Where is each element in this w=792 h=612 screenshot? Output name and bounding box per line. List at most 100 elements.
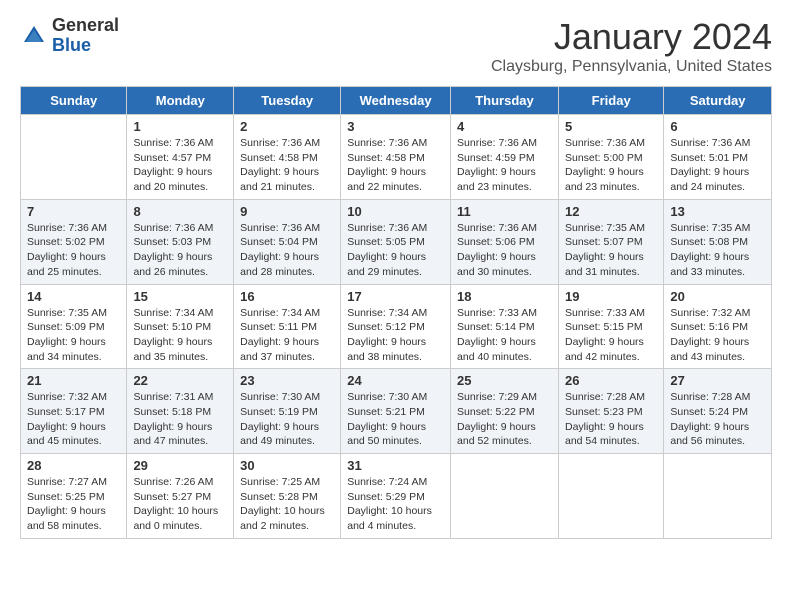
calendar-cell: 10 Sunrise: 7:36 AMSunset: 5:05 PMDayligh…	[341, 199, 451, 284]
calendar-cell: 16 Sunrise: 7:34 AMSunset: 5:11 PMDayligh…	[234, 284, 341, 369]
day-info: Sunrise: 7:28 AMSunset: 5:24 PMDaylight:…	[670, 390, 765, 449]
calendar-cell: 25Sunrise: 7:29 AMSunset: 5:22 PMDayligh…	[451, 369, 559, 454]
day-number: 1	[133, 119, 227, 134]
day-number: 2	[240, 119, 334, 134]
day-number: 8	[133, 204, 227, 219]
day-number: 28	[27, 458, 120, 473]
day-number: 7	[27, 204, 120, 219]
calendar-cell: 1 Sunrise: 7:36 AMSunset: 4:57 PMDaylight…	[127, 115, 234, 200]
title-area: January 2024 Claysburg, Pennsylvania, Un…	[491, 16, 772, 76]
calendar-cell: 15 Sunrise: 7:34 AMSunset: 5:10 PMDayligh…	[127, 284, 234, 369]
calendar-cell: 11 Sunrise: 7:36 AMSunset: 5:06 PMDayligh…	[451, 199, 559, 284]
day-number: 16	[240, 289, 334, 304]
day-info: Sunrise: 7:27 AMSunset: 5:25 PMDaylight:…	[27, 475, 120, 534]
calendar-cell: 23Sunrise: 7:30 AMSunset: 5:19 PMDayligh…	[234, 369, 341, 454]
day-info: Sunrise: 7:36 AMSunset: 4:57 PMDaylight:…	[133, 136, 227, 195]
day-header-wednesday: Wednesday	[341, 87, 451, 115]
week-row-1: 1 Sunrise: 7:36 AMSunset: 4:57 PMDaylight…	[21, 115, 772, 200]
day-number: 22	[133, 373, 227, 388]
calendar-cell: 9Sunrise: 7:36 AMSunset: 5:04 PMDaylight…	[234, 199, 341, 284]
calendar-cell	[664, 454, 772, 539]
calendar-table: SundayMondayTuesdayWednesdayThursdayFrid…	[20, 86, 772, 539]
calendar-cell: 19 Sunrise: 7:33 AMSunset: 5:15 PMDayligh…	[558, 284, 663, 369]
calendar-cell	[21, 115, 127, 200]
day-number: 4	[457, 119, 552, 134]
logo-blue: Blue	[52, 36, 119, 56]
day-number: 3	[347, 119, 444, 134]
day-info: Sunrise: 7:36 AMSunset: 5:00 PMDaylight:…	[565, 136, 657, 195]
day-header-sunday: Sunday	[21, 87, 127, 115]
day-number: 13	[670, 204, 765, 219]
day-header-monday: Monday	[127, 87, 234, 115]
day-number: 25	[457, 373, 552, 388]
calendar-cell: 6Sunrise: 7:36 AMSunset: 5:01 PMDaylight…	[664, 115, 772, 200]
day-info: Sunrise: 7:35 AMSunset: 5:08 PMDaylight:…	[670, 221, 765, 280]
day-number: 10	[347, 204, 444, 219]
day-info: Sunrise: 7:31 AMSunset: 5:18 PMDaylight:…	[133, 390, 227, 449]
day-number: 11	[457, 204, 552, 219]
calendar-cell: 30 Sunrise: 7:25 AMSunset: 5:28 PMDayligh…	[234, 454, 341, 539]
calendar-cell	[558, 454, 663, 539]
calendar-cell: 14Sunrise: 7:35 AMSunset: 5:09 PMDayligh…	[21, 284, 127, 369]
calendar-cell: 8Sunrise: 7:36 AMSunset: 5:03 PMDaylight…	[127, 199, 234, 284]
day-number: 9	[240, 204, 334, 219]
day-number: 31	[347, 458, 444, 473]
day-info: Sunrise: 7:34 AMSunset: 5:10 PMDaylight:…	[133, 306, 227, 365]
day-info: Sunrise: 7:30 AMSunset: 5:19 PMDaylight:…	[240, 390, 334, 449]
day-number: 5	[565, 119, 657, 134]
calendar-cell: 13 Sunrise: 7:35 AMSunset: 5:08 PMDayligh…	[664, 199, 772, 284]
calendar-cell: 20 Sunrise: 7:32 AMSunset: 5:16 PMDayligh…	[664, 284, 772, 369]
day-number: 12	[565, 204, 657, 219]
day-info: Sunrise: 7:34 AMSunset: 5:12 PMDaylight:…	[347, 306, 444, 365]
day-info: Sunrise: 7:34 AMSunset: 5:11 PMDaylight:…	[240, 306, 334, 365]
calendar-cell: 5 Sunrise: 7:36 AMSunset: 5:00 PMDaylight…	[558, 115, 663, 200]
calendar-cell: 22 Sunrise: 7:31 AMSunset: 5:18 PMDayligh…	[127, 369, 234, 454]
calendar-cell: 24 Sunrise: 7:30 AMSunset: 5:21 PMDayligh…	[341, 369, 451, 454]
logo-icon	[20, 22, 48, 50]
day-info: Sunrise: 7:36 AMSunset: 5:06 PMDaylight:…	[457, 221, 552, 280]
day-number: 18	[457, 289, 552, 304]
day-number: 20	[670, 289, 765, 304]
day-number: 29	[133, 458, 227, 473]
calendar-cell: 17 Sunrise: 7:34 AMSunset: 5:12 PMDayligh…	[341, 284, 451, 369]
day-number: 27	[670, 373, 765, 388]
day-number: 24	[347, 373, 444, 388]
day-info: Sunrise: 7:36 AMSunset: 5:02 PMDaylight:…	[27, 221, 120, 280]
calendar-cell	[451, 454, 559, 539]
day-info: Sunrise: 7:36 AMSunset: 4:58 PMDaylight:…	[347, 136, 444, 195]
day-info: Sunrise: 7:24 AMSunset: 5:29 PMDaylight:…	[347, 475, 444, 534]
day-info: Sunrise: 7:30 AMSunset: 5:21 PMDaylight:…	[347, 390, 444, 449]
day-info: Sunrise: 7:33 AMSunset: 5:14 PMDaylight:…	[457, 306, 552, 365]
calendar-cell: 26Sunrise: 7:28 AMSunset: 5:23 PMDayligh…	[558, 369, 663, 454]
day-info: Sunrise: 7:36 AMSunset: 5:05 PMDaylight:…	[347, 221, 444, 280]
calendar-cell: 2 Sunrise: 7:36 AMSunset: 4:58 PMDaylight…	[234, 115, 341, 200]
day-info: Sunrise: 7:33 AMSunset: 5:15 PMDaylight:…	[565, 306, 657, 365]
day-info: Sunrise: 7:25 AMSunset: 5:28 PMDaylight:…	[240, 475, 334, 534]
day-info: Sunrise: 7:36 AMSunset: 4:58 PMDaylight:…	[240, 136, 334, 195]
day-header-saturday: Saturday	[664, 87, 772, 115]
day-number: 19	[565, 289, 657, 304]
day-info: Sunrise: 7:36 AMSunset: 5:01 PMDaylight:…	[670, 136, 765, 195]
day-info: Sunrise: 7:32 AMSunset: 5:17 PMDaylight:…	[27, 390, 120, 449]
week-row-5: 28 Sunrise: 7:27 AMSunset: 5:25 PMDayligh…	[21, 454, 772, 539]
day-info: Sunrise: 7:32 AMSunset: 5:16 PMDaylight:…	[670, 306, 765, 365]
calendar-cell: 27 Sunrise: 7:28 AMSunset: 5:24 PMDayligh…	[664, 369, 772, 454]
calendar-cell: 29Sunrise: 7:26 AMSunset: 5:27 PMDayligh…	[127, 454, 234, 539]
logo-general: General	[52, 16, 119, 36]
header: General Blue January 2024 Claysburg, Pen…	[20, 16, 772, 76]
calendar-cell: 28 Sunrise: 7:27 AMSunset: 5:25 PMDayligh…	[21, 454, 127, 539]
day-info: Sunrise: 7:28 AMSunset: 5:23 PMDaylight:…	[565, 390, 657, 449]
calendar-cell: 7 Sunrise: 7:36 AMSunset: 5:02 PMDaylight…	[21, 199, 127, 284]
day-number: 30	[240, 458, 334, 473]
logo: General Blue	[20, 16, 119, 56]
day-number: 17	[347, 289, 444, 304]
calendar-cell: 21Sunrise: 7:32 AMSunset: 5:17 PMDayligh…	[21, 369, 127, 454]
week-row-2: 7 Sunrise: 7:36 AMSunset: 5:02 PMDaylight…	[21, 199, 772, 284]
day-header-thursday: Thursday	[451, 87, 559, 115]
day-number: 15	[133, 289, 227, 304]
week-row-4: 21Sunrise: 7:32 AMSunset: 5:17 PMDayligh…	[21, 369, 772, 454]
location-title: Claysburg, Pennsylvania, United States	[491, 58, 772, 76]
calendar-cell: 4Sunrise: 7:36 AMSunset: 4:59 PMDaylight…	[451, 115, 559, 200]
calendar-cell: 3 Sunrise: 7:36 AMSunset: 4:58 PMDaylight…	[341, 115, 451, 200]
day-number: 14	[27, 289, 120, 304]
